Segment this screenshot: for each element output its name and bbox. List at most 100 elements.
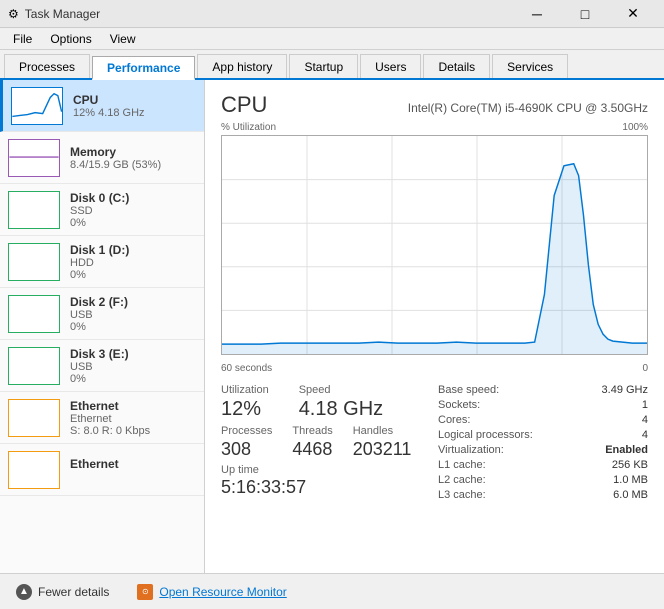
stats-area: Utilization 12% Speed 4.18 GHz Processes…	[221, 384, 648, 504]
sidebar-disk0-graph	[8, 191, 60, 229]
sidebar-eth2-info: Ethernet	[70, 457, 196, 483]
sidebar-mem-stats: 8.4/15.9 GB (53%)	[70, 159, 196, 171]
processes-label: Processes	[221, 425, 272, 437]
menu-options[interactable]: Options	[41, 29, 100, 49]
spec-logical-processors: Logical processors: 4	[438, 429, 648, 441]
sidebar-eth2-graph	[8, 451, 60, 489]
right-specs: Base speed: 3.49 GHz Sockets: 1 Cores: 4…	[438, 384, 648, 504]
l3-value: 6.0 MB	[613, 489, 648, 501]
sidebar-item-cpu[interactable]: CPU 12% 4.18 GHz	[0, 80, 204, 132]
menu-view[interactable]: View	[101, 29, 145, 49]
utilization-value: 12%	[221, 398, 269, 421]
sidebar-disk1-util: 0%	[70, 269, 196, 281]
tab-users[interactable]: Users	[360, 54, 421, 78]
app-icon: ⚙	[8, 7, 19, 21]
cpu-title: CPU	[221, 92, 267, 118]
chevron-up-icon: ▲	[16, 584, 32, 600]
base-speed-value: 3.49 GHz	[602, 384, 648, 396]
chart-time-label: 60 seconds	[221, 363, 272, 374]
minimize-button[interactable]: ─	[514, 0, 560, 28]
window-controls: ─ □ ✕	[514, 0, 656, 28]
chart-util-label: % Utilization	[221, 122, 276, 133]
spec-l3: L3 cache: 6.0 MB	[438, 489, 648, 501]
sidebar-eth2-name: Ethernet	[70, 457, 196, 471]
logical-procs-value: 4	[642, 429, 648, 441]
processes-stat: Processes 308	[221, 425, 272, 460]
sidebar-disk2-util: 0%	[70, 321, 196, 333]
sidebar-disk3-graph	[8, 347, 60, 385]
uptime-value: 5:16:33:57	[221, 477, 438, 498]
spec-l2: L2 cache: 1.0 MB	[438, 474, 648, 486]
sidebar-disk2-type: USB	[70, 309, 196, 321]
sidebar-disk2-graph	[8, 295, 60, 333]
sidebar-eth2-sub	[70, 471, 196, 483]
sidebar-disk0-name: Disk 0 (C:)	[70, 191, 196, 205]
sidebar-item-disk0[interactable]: Disk 0 (C:) SSD 0%	[0, 184, 204, 236]
open-resource-monitor-button[interactable]: ⊙ Open Resource Monitor	[133, 582, 290, 602]
base-speed-label: Base speed:	[438, 384, 499, 396]
uptime-label: Up time	[221, 464, 438, 476]
tab-details[interactable]: Details	[423, 54, 490, 78]
sidebar-cpu-graph	[11, 87, 63, 125]
cpu-chart	[221, 135, 648, 355]
sidebar: CPU 12% 4.18 GHz Memory 8.4/15.9 GB (53%…	[0, 80, 205, 573]
sidebar-disk1-graph	[8, 243, 60, 281]
sockets-value: 1	[642, 399, 648, 411]
sidebar-item-memory[interactable]: Memory 8.4/15.9 GB (53%)	[0, 132, 204, 184]
handles-label: Handles	[353, 425, 412, 437]
threads-label: Threads	[292, 425, 332, 437]
chart-zero-label: 0	[642, 363, 648, 374]
tab-performance[interactable]: Performance	[92, 56, 195, 80]
sidebar-eth1-info: Ethernet Ethernet S: 8.0 R: 0 Kbps	[70, 399, 196, 437]
chart-label-top: % Utilization 100%	[221, 122, 648, 133]
l1-label: L1 cache:	[438, 459, 486, 471]
speed-value: 4.18 GHz	[299, 398, 383, 421]
handles-value: 203211	[353, 439, 412, 460]
sidebar-cpu-name: CPU	[73, 93, 196, 107]
spec-sockets: Sockets: 1	[438, 399, 648, 411]
tab-startup[interactable]: Startup	[289, 54, 358, 78]
speed-stat: Speed 4.18 GHz	[299, 384, 383, 421]
sidebar-item-ethernet2[interactable]: Ethernet	[0, 444, 204, 496]
cores-value: 4	[642, 414, 648, 426]
uptime-stat: Up time 5:16:33:57	[221, 464, 438, 498]
fewer-details-button[interactable]: ▲ Fewer details	[12, 582, 113, 602]
close-button[interactable]: ✕	[610, 0, 656, 28]
maximize-button[interactable]: □	[562, 0, 608, 28]
sidebar-eth1-stats: S: 8.0 R: 0 Kbps	[70, 425, 196, 437]
tab-processes[interactable]: Processes	[4, 54, 90, 78]
sidebar-mem-graph	[8, 139, 60, 177]
processes-value: 308	[221, 439, 272, 460]
spec-cores: Cores: 4	[438, 414, 648, 426]
window-title: Task Manager	[25, 7, 514, 21]
sidebar-item-ethernet1[interactable]: Ethernet Ethernet S: 8.0 R: 0 Kbps	[0, 392, 204, 444]
sidebar-eth1-name: Ethernet	[70, 399, 196, 413]
cpu-header: CPU Intel(R) Core(TM) i5-4690K CPU @ 3.5…	[221, 92, 648, 118]
sidebar-disk3-name: Disk 3 (E:)	[70, 347, 196, 361]
menu-file[interactable]: File	[4, 29, 41, 49]
chart-label-bottom: 60 seconds 0	[221, 363, 648, 374]
sidebar-disk1-name: Disk 1 (D:)	[70, 243, 196, 257]
sidebar-eth1-graph	[8, 399, 60, 437]
l2-label: L2 cache:	[438, 474, 486, 486]
sidebar-item-disk2[interactable]: Disk 2 (F:) USB 0%	[0, 288, 204, 340]
sidebar-cpu-info: CPU 12% 4.18 GHz	[73, 93, 196, 119]
sidebar-mem-name: Memory	[70, 145, 196, 159]
menu-bar: File Options View	[0, 28, 664, 50]
spec-base-speed: Base speed: 3.49 GHz	[438, 384, 648, 396]
sidebar-disk2-info: Disk 2 (F:) USB 0%	[70, 295, 196, 333]
sockets-label: Sockets:	[438, 399, 480, 411]
sidebar-disk0-util: 0%	[70, 217, 196, 229]
sidebar-item-disk1[interactable]: Disk 1 (D:) HDD 0%	[0, 236, 204, 288]
sidebar-cpu-stats: 12% 4.18 GHz	[73, 107, 196, 119]
cores-label: Cores:	[438, 414, 470, 426]
sidebar-item-disk3[interactable]: Disk 3 (E:) USB 0%	[0, 340, 204, 392]
logical-procs-label: Logical processors:	[438, 429, 533, 441]
monitor-icon: ⊙	[137, 584, 153, 600]
virt-label: Virtualization:	[438, 444, 504, 456]
l2-value: 1.0 MB	[613, 474, 648, 486]
open-resource-monitor-label: Open Resource Monitor	[159, 585, 286, 599]
tab-app-history[interactable]: App history	[197, 54, 287, 78]
tab-services[interactable]: Services	[492, 54, 568, 78]
sidebar-disk1-type: HDD	[70, 257, 196, 269]
